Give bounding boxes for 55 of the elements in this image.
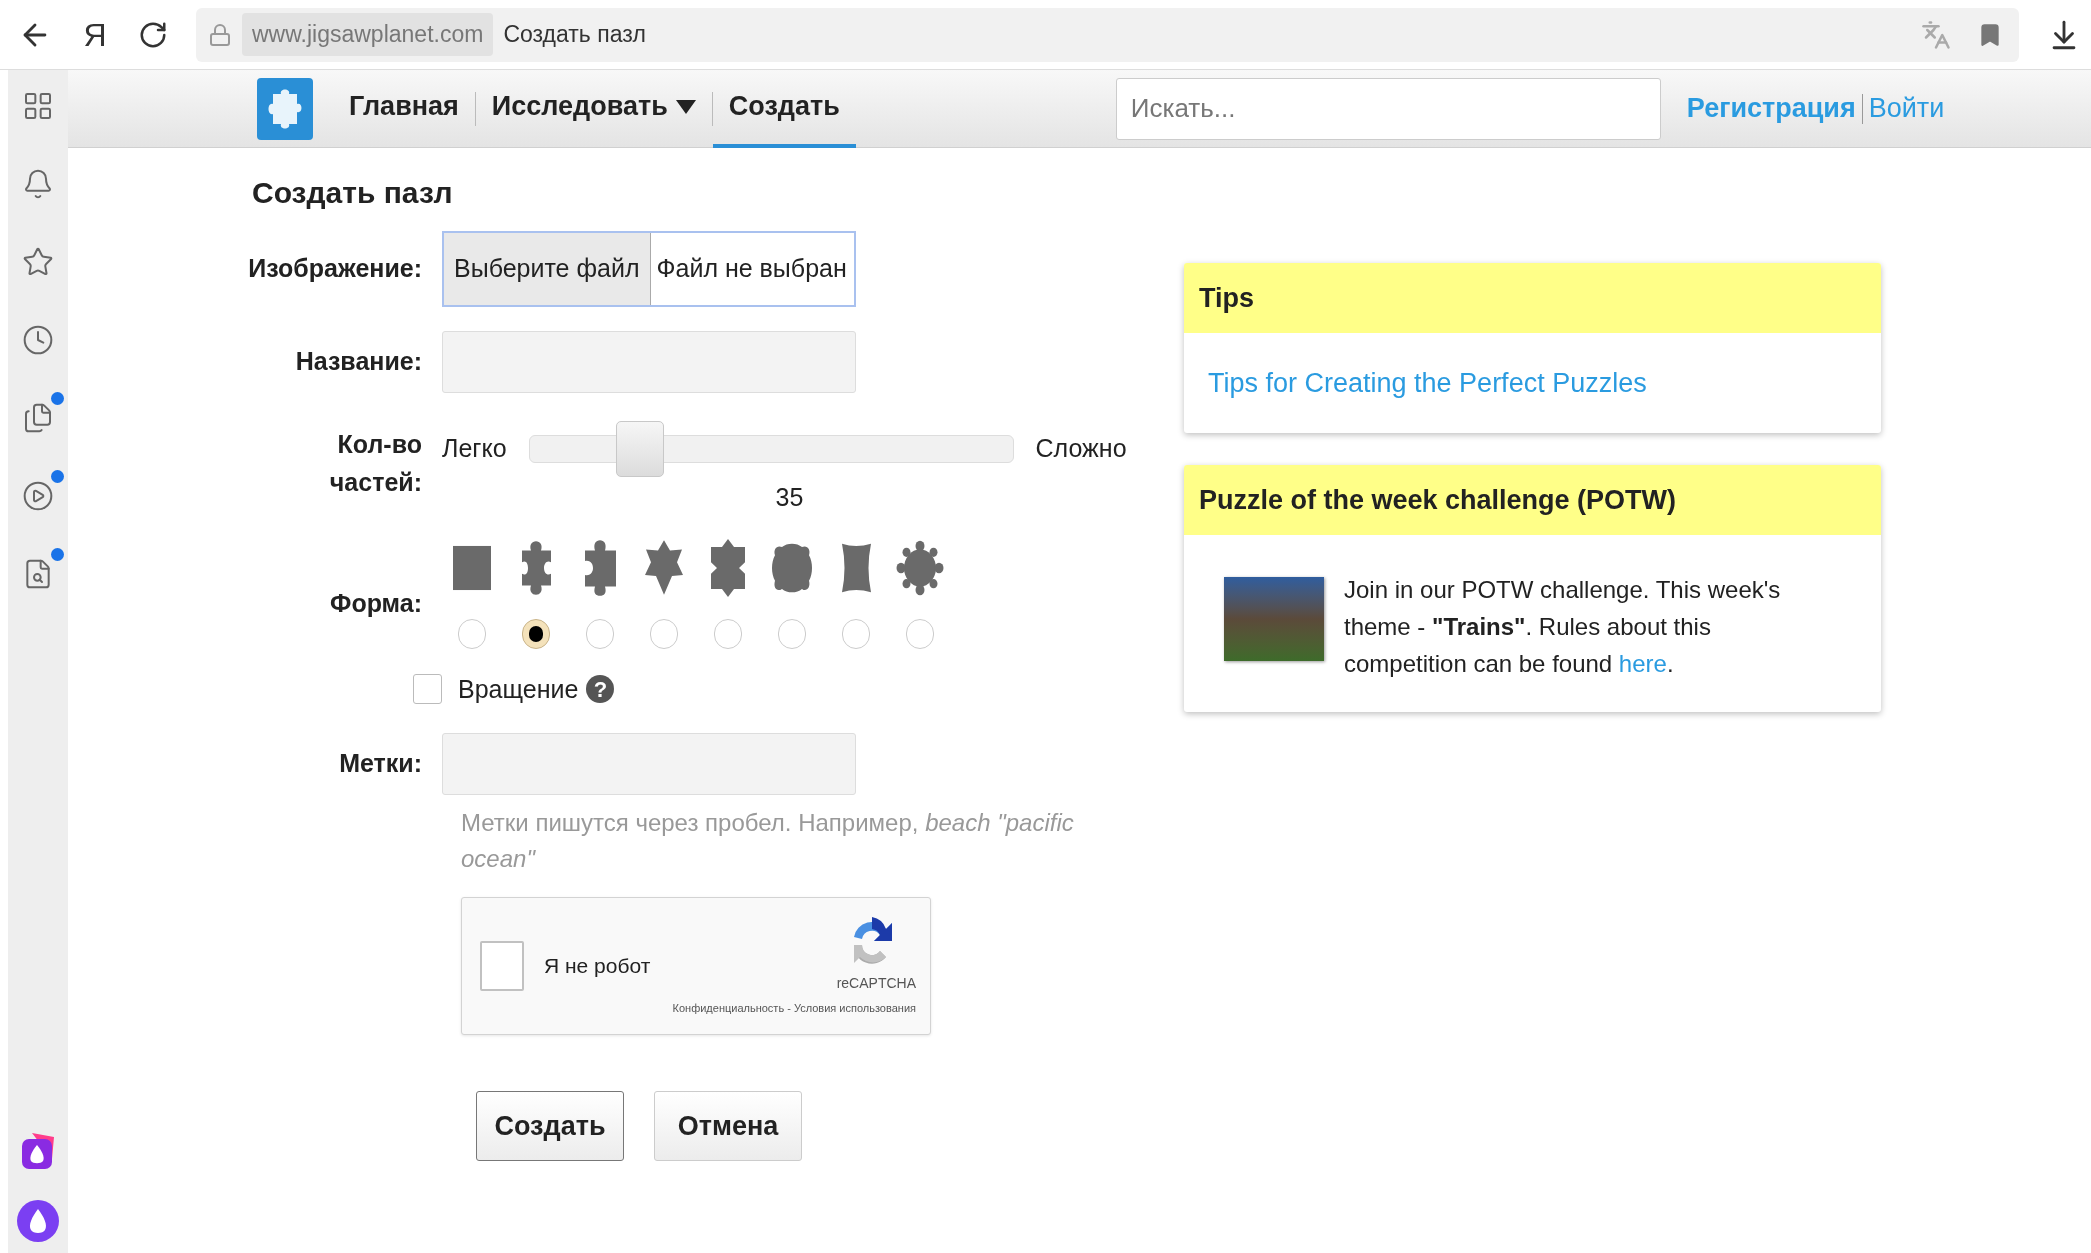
address-bar[interactable]: www.jigsawplanet.com Создать пазл xyxy=(196,7,2019,62)
documents-icon[interactable] xyxy=(22,402,54,434)
pieces-slider[interactable] xyxy=(528,420,1014,478)
create-button[interactable]: Создать xyxy=(476,1091,624,1161)
panel-title: Puzzle of the week challenge (POTW) xyxy=(1199,483,1677,517)
slider-thumb[interactable] xyxy=(615,421,664,477)
shape-radio[interactable] xyxy=(842,618,870,649)
file-input[interactable]: Выберите файл Файл не выбран xyxy=(442,231,856,307)
page-title: Создать пазл xyxy=(503,20,646,50)
star-icon[interactable] xyxy=(22,246,54,278)
tags-hint: Метки пишутся через пробел. Например, beach "pacific ocean" xyxy=(461,808,1075,874)
recaptcha-links[interactable]: Конфиденциальность - Условия использования xyxy=(672,1000,916,1017)
clock-icon[interactable] xyxy=(22,324,54,356)
help-button[interactable]: ? xyxy=(586,675,615,704)
assistant-icon[interactable] xyxy=(16,1199,60,1243)
rotation-label: Вращение xyxy=(458,673,579,705)
hard-label: Сложно xyxy=(1035,433,1127,465)
bell-icon[interactable] xyxy=(22,168,54,200)
tags-field[interactable] xyxy=(442,733,856,795)
nav-tab[interactable]: Исследовать xyxy=(475,69,712,148)
easy-label: Легко xyxy=(442,433,507,465)
pieces-count: 35 xyxy=(775,482,804,513)
captcha-label: Я не робот xyxy=(544,953,651,980)
captcha-checkbox[interactable] xyxy=(480,941,524,991)
potw-description: Join in our POTW challenge. This week's theme - "Trains". Rules about this competition can be found here. xyxy=(1344,575,1782,679)
search-field[interactable]: Искать... xyxy=(1115,77,1661,140)
puzzle-logo-icon[interactable] xyxy=(257,77,313,140)
shape-radio[interactable] xyxy=(714,618,742,649)
rotation-checkbox[interactable] xyxy=(413,674,442,705)
lock-icon xyxy=(208,22,232,47)
field-label: Форма: xyxy=(330,587,422,619)
cancel-button[interactable]: Отмена xyxy=(654,1091,802,1161)
shape-radio[interactable] xyxy=(458,618,486,649)
page-heading: Создать пазл xyxy=(252,175,454,211)
address-domain: www.jigsawplanet.com xyxy=(242,13,494,56)
field-label: Метки: xyxy=(339,748,422,780)
piece-shape-icon[interactable] xyxy=(895,538,945,597)
field-label: Название: xyxy=(295,346,422,378)
nav-tab[interactable]: Создать xyxy=(712,69,856,148)
play-icon[interactable] xyxy=(22,480,54,512)
browser-logo[interactable]: Я xyxy=(80,10,110,59)
shape-radio[interactable] xyxy=(650,618,678,649)
shape-radio[interactable] xyxy=(778,618,806,649)
field-label: Изображение: xyxy=(248,253,422,285)
shape-radio[interactable] xyxy=(586,618,614,649)
shape-radio[interactable] xyxy=(522,618,550,649)
field-label: Кол-во частей: xyxy=(328,429,422,498)
grid-icon[interactable] xyxy=(22,90,54,122)
nav-tab[interactable]: Главная xyxy=(333,69,475,148)
panel-title: Tips xyxy=(1199,281,1254,315)
file-status: Файл не выбран xyxy=(655,253,848,285)
shape-radio[interactable] xyxy=(906,618,934,649)
recaptcha-brand: reCAPTCHA xyxy=(836,974,916,994)
choose-file-button[interactable]: Выберите файл xyxy=(444,233,651,305)
name-field[interactable] xyxy=(442,331,856,393)
